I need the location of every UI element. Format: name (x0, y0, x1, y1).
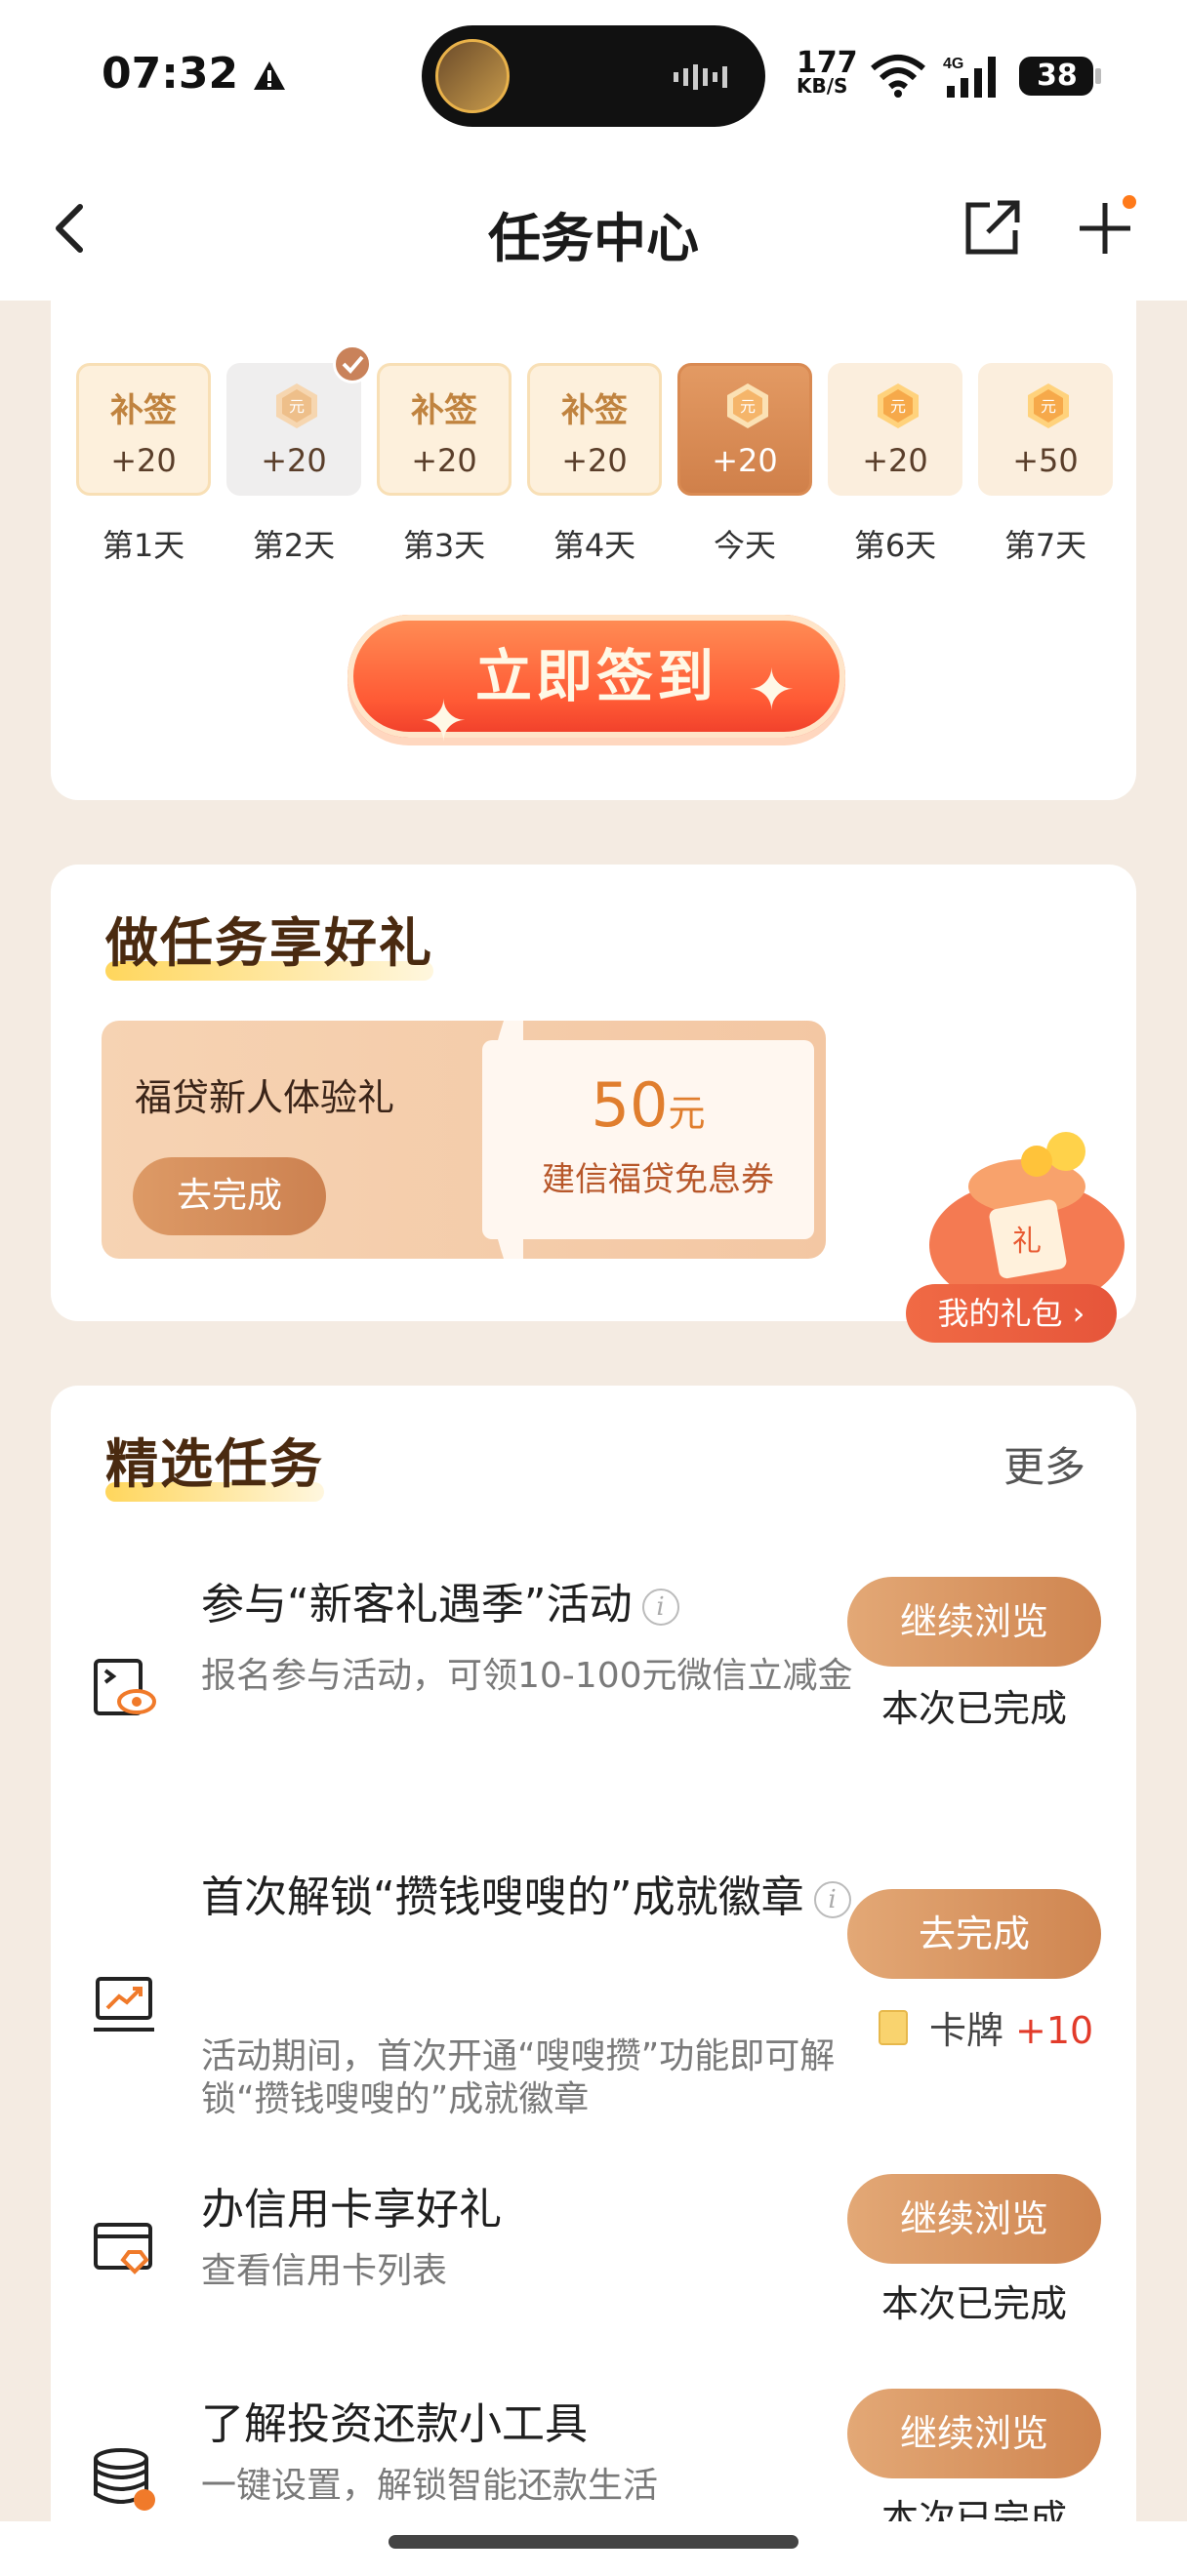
svg-text:元: 元 (890, 397, 906, 416)
coin-icon: 元 (1028, 383, 1069, 428)
continue-browse-button[interactable]: 继续浏览 (847, 2174, 1101, 2264)
bottom-safe-area (0, 2521, 1187, 2576)
gift-card: 做任务享好礼 福贷新人体验礼 去完成 50元 建信福贷免息券 礼 我的礼包 › (51, 865, 1136, 1343)
task-title: 了解投资还款小工具 (201, 2399, 588, 2449)
coupon: 50元 建信福贷免息券 (482, 1040, 814, 1239)
signin-day-today[interactable]: 元 +20 今天 (677, 363, 812, 566)
my-gift-button[interactable]: 我的礼包 › (906, 1284, 1117, 1343)
continue-browse-button[interactable]: 继续浏览 (847, 1577, 1101, 1667)
task-title: 参与“新客礼遇季”活动 i (201, 1561, 875, 1649)
tasks-card: 精选任务 更多 参与“新客礼遇季”活动 i 报名参与活动，可领10-100元微信立… (51, 1386, 1136, 2576)
task-desc: 一键设置，解锁智能还款生活 (201, 2466, 659, 2506)
signin-day[interactable]: 元 +20 第6天 (828, 363, 962, 566)
card-reward-icon (879, 2010, 908, 2045)
status-time: 07:32 (102, 49, 239, 99)
sparkle-icon: ✦ (748, 657, 799, 723)
info-icon[interactable]: i (641, 1589, 679, 1626)
promo-card[interactable]: 福贷新人体验礼 去完成 50元 建信福贷免息券 (102, 1021, 826, 1259)
more-link[interactable]: 更多 (1003, 1434, 1085, 1494)
task-desc: 报名参与活动，可领10-100元微信立减金 (201, 1656, 853, 1696)
status-bar: 07:32 177 KB/S 4G 38 (0, 0, 1187, 156)
browse-eye-icon (94, 1659, 156, 1715)
wifi-icon (871, 55, 925, 98)
coin-icon: 元 (727, 383, 768, 428)
section-title: 做任务享好礼 (105, 900, 433, 981)
coupon-desc: 建信福贷免息券 (542, 1160, 774, 1199)
signin-day[interactable]: 补签 +20 第1天 (76, 363, 211, 566)
network-speed: 177 KB/S (797, 46, 858, 99)
coin-icon: 元 (276, 383, 317, 428)
signin-day[interactable]: 元 +50 第7天 (978, 363, 1113, 566)
go-complete-button[interactable]: 去完成 (847, 1889, 1101, 1979)
task-title: 首次解锁“攒钱嗖嗖的”成就徽章 i (201, 1854, 875, 1942)
signin-day[interactable]: 元 +20 第2天 (226, 344, 372, 566)
svg-text:礼: 礼 (1012, 1225, 1042, 1259)
dynamic-island (422, 25, 765, 127)
signin-card: 补签 +20 第1天 元 +20 第2天 补签 +20 第3天 补签 +20 第4天 … (51, 293, 1136, 800)
svg-text:元: 元 (289, 397, 305, 416)
task-reward: 卡牌 +10 (929, 2009, 1094, 2052)
task-desc: 查看信用卡列表 (201, 2251, 448, 2291)
coin-icon: 元 (878, 383, 919, 428)
svg-text:4G: 4G (943, 56, 963, 72)
coin-stack-icon (94, 2448, 155, 2511)
battery-indicator: 38 (1019, 57, 1101, 96)
signin-button[interactable]: ✦ ✦ 立即签到 (348, 615, 845, 754)
notification-dot (1123, 195, 1136, 209)
signin-button-label: 立即签到 (474, 643, 717, 709)
task-status: 本次已完成 (880, 1687, 1067, 1730)
media-thumbnail (435, 39, 510, 113)
credit-card-icon (94, 2223, 152, 2274)
signin-day[interactable]: 补签 +20 第4天 (527, 363, 662, 566)
sparkle-icon: ✦ (420, 688, 471, 754)
share-icon[interactable] (961, 197, 1023, 260)
task-status: 本次已完成 (880, 2282, 1067, 2325)
continue-browse-button[interactable]: 继续浏览 (847, 2389, 1101, 2478)
warning-icon (254, 61, 285, 90)
promo-complete-button[interactable]: 去完成 (133, 1157, 326, 1235)
navigation-bar: 任务中心 (0, 156, 1187, 301)
home-indicator[interactable] (389, 2535, 798, 2549)
signin-days: 补签 +20 第1天 元 +20 第2天 补签 +20 第3天 补签 +20 第4天 … (76, 344, 1113, 564)
cellular-signal-icon: 4G (943, 56, 996, 98)
info-icon[interactable]: i (813, 1881, 851, 1918)
task-desc: 活动期间，首次开通“嗖嗖攒”功能即可解锁“攒钱嗖嗖的”成就徽章 (201, 2036, 836, 2119)
task-title: 办信用卡享好礼 (201, 2185, 502, 2234)
audio-wave-icon (674, 64, 727, 90)
signin-day[interactable]: 补签 +20 第3天 (377, 363, 512, 566)
svg-text:元: 元 (740, 397, 756, 416)
svg-text:元: 元 (1041, 397, 1056, 416)
trend-chart-icon (94, 1977, 154, 2032)
section-title: 精选任务 (105, 1421, 324, 1502)
promo-name: 福贷新人体验礼 (135, 1076, 395, 1119)
checked-badge (333, 344, 372, 383)
